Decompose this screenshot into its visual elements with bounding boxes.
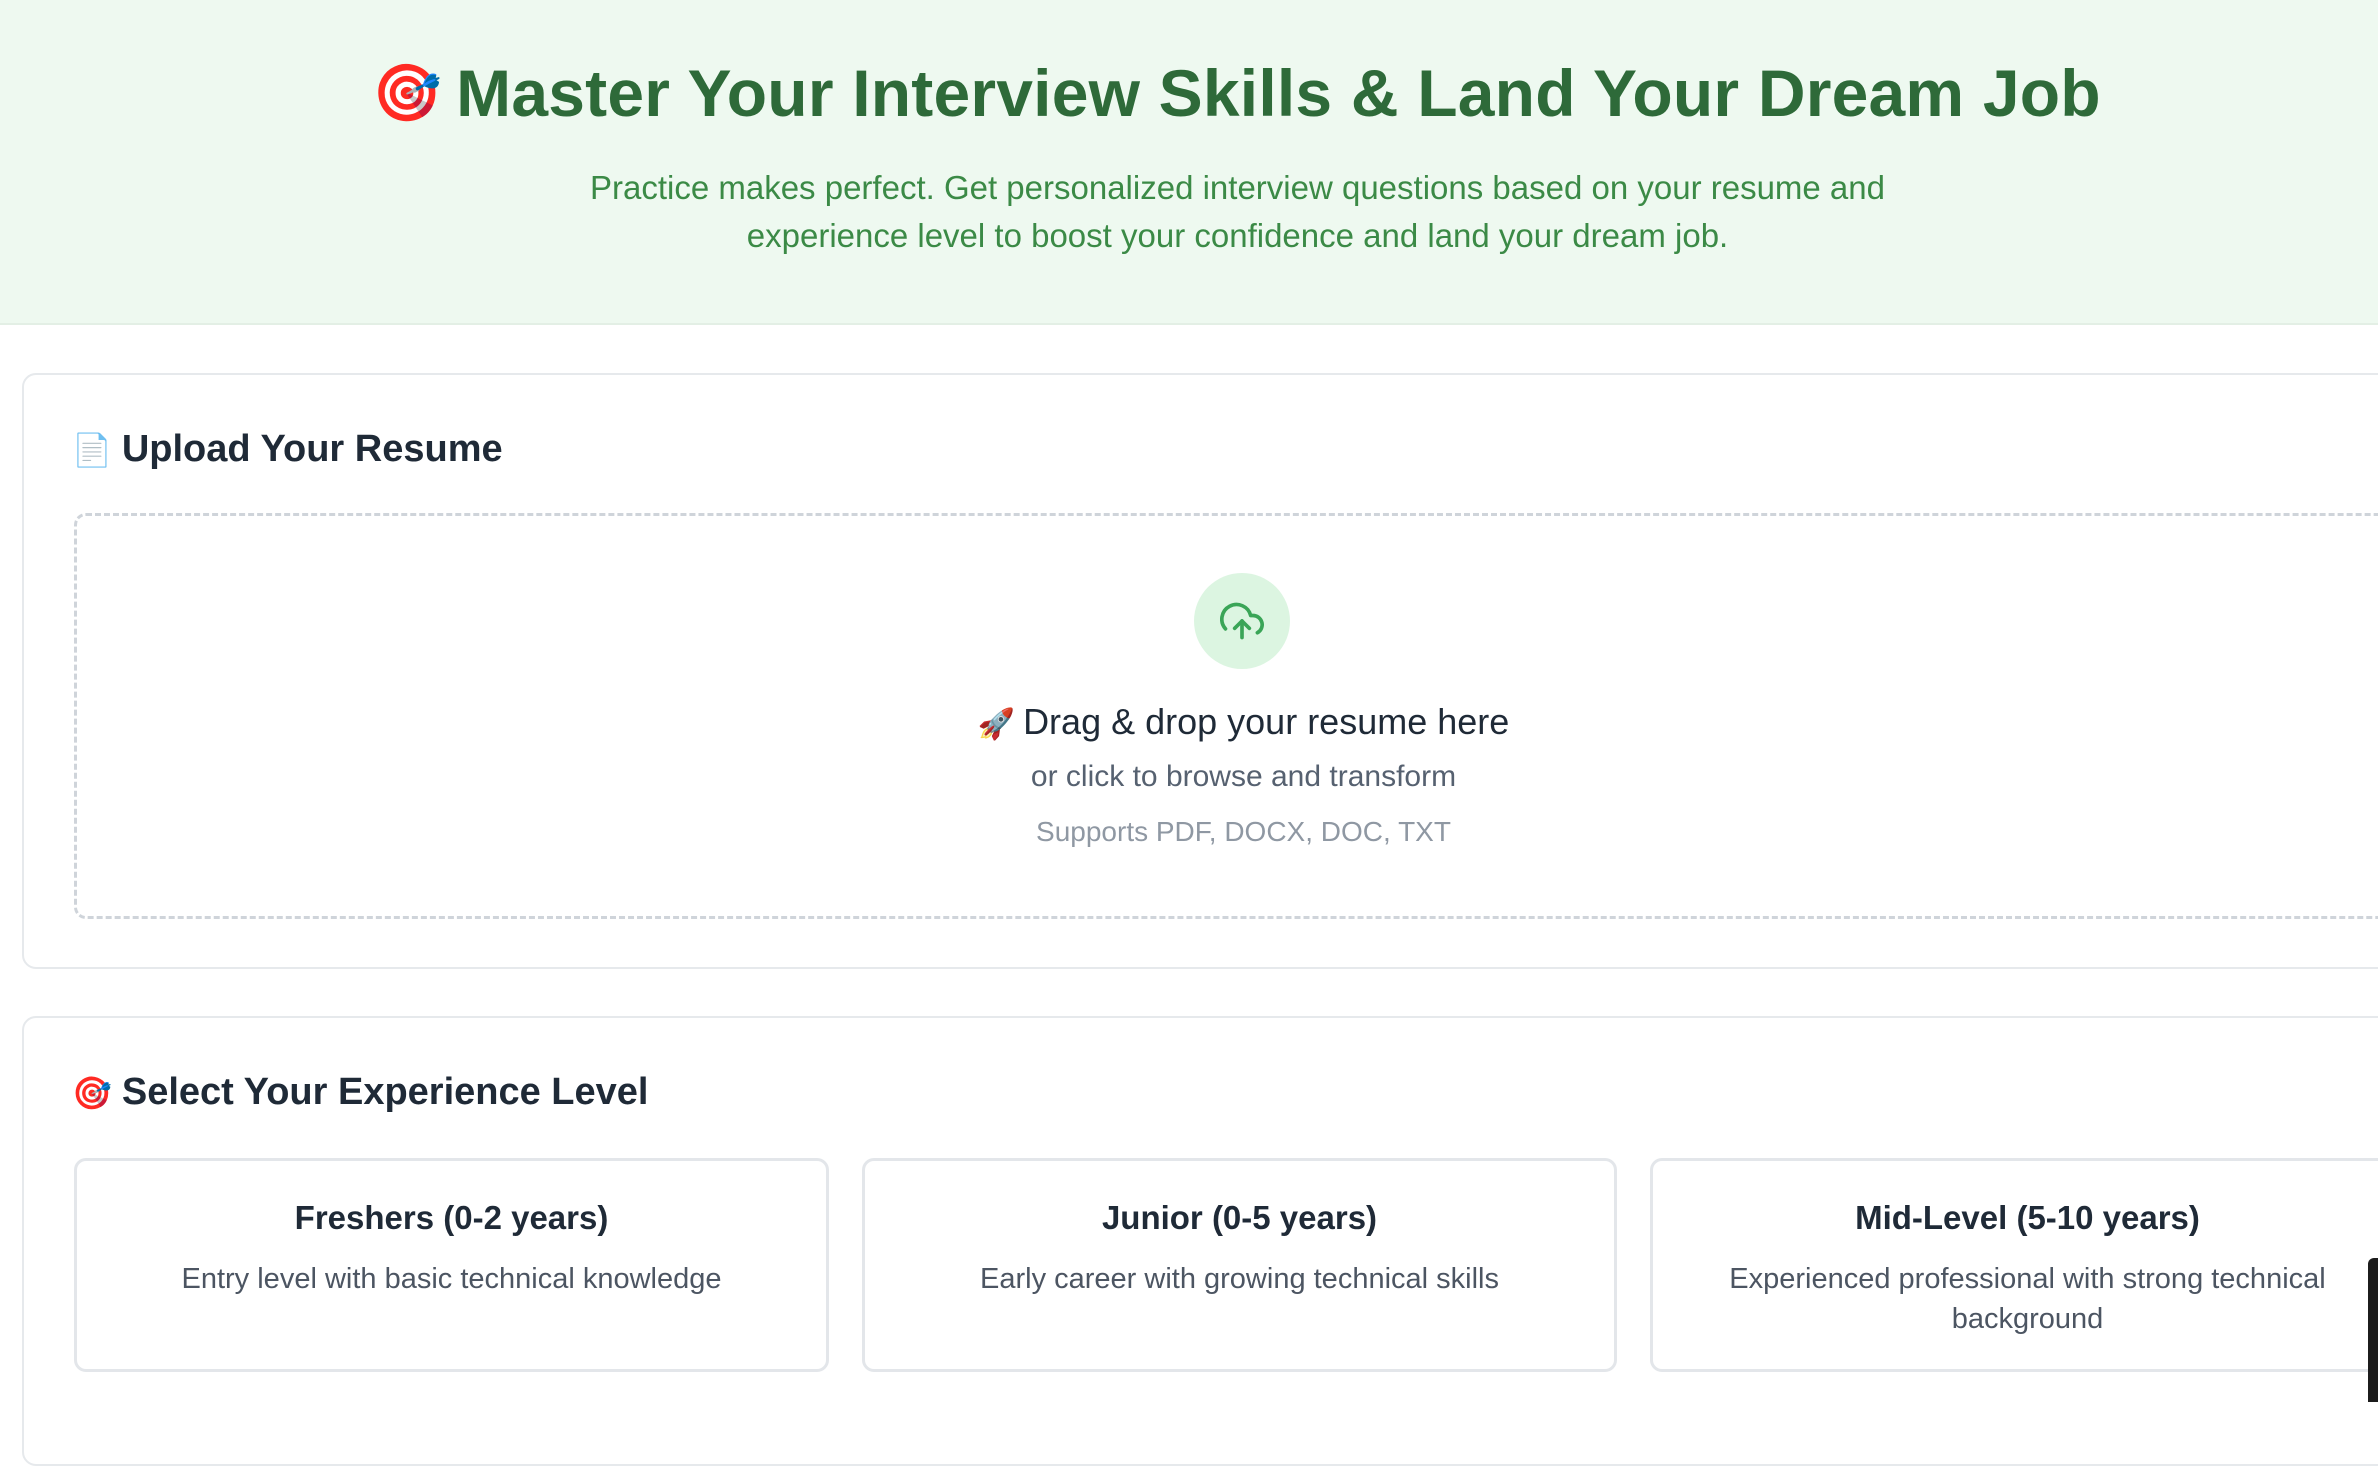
page-subtitle: Practice makes perfect. Get personalized…: [540, 164, 1935, 260]
experience-level-card: 🎯 Select Your Experience Level Freshers (…: [22, 1016, 2378, 1466]
page-subtitle-line-2: experience level to boost your confidenc…: [746, 217, 1729, 254]
level-option-junior[interactable]: Junior (0-5 years) Early career with gro…: [862, 1158, 1617, 1372]
experience-section-title: 🎯 Select Your Experience Level: [72, 1071, 648, 1114]
level-option-freshers[interactable]: Freshers (0-2 years) Entry level with ba…: [74, 1158, 829, 1372]
document-icon: 📄: [72, 432, 112, 468]
dropzone-title: 🚀 Drag & drop your resume here: [77, 701, 2378, 743]
dropzone-formats-text: Supports PDF, DOCX, DOC, TXT: [1036, 816, 1451, 847]
level-option-mid-level[interactable]: Mid-Level (5-10 years) Experienced profe…: [1650, 1158, 2378, 1372]
level-option-title: Junior (0-5 years): [1101, 1199, 1378, 1236]
page-title-text: Master Your Interview Skills & Land Your…: [456, 56, 2101, 130]
resume-dropzone[interactable]: 🚀 Drag & drop your resume here or click t…: [74, 513, 2378, 919]
level-option-description: Experienced professional with strong tec…: [1729, 1263, 2326, 1335]
hero-banner: 🎯 Master Your Interview Skills & Land You…: [0, 0, 2378, 325]
level-option-description: Early career with growing technical skil…: [980, 1263, 1499, 1295]
target-icon: 🎯: [372, 61, 443, 124]
dropzone-browse-text: or click to browse and transform: [1030, 760, 1457, 793]
upload-resume-card: 📄 Upload Your Resume 🚀 Drag & drop your re…: [22, 373, 2378, 969]
page-title: 🎯 Master Your Interview Skills & Land You…: [0, 55, 2378, 131]
upload-section-title-text: Upload Your Resume: [121, 428, 503, 470]
floating-widget-edge: [2368, 1258, 2378, 1402]
experience-section-title-text: Select Your Experience Level: [121, 1071, 649, 1113]
target-icon: 🎯: [72, 1075, 112, 1111]
rocket-icon: 🚀: [977, 708, 1016, 741]
upload-section-title: 📄 Upload Your Resume: [72, 428, 503, 471]
dropzone-title-text: Drag & drop your resume here: [1023, 701, 1510, 742]
level-option-title: Freshers (0-2 years): [294, 1199, 609, 1236]
level-option-description: Entry level with basic technical knowled…: [181, 1263, 722, 1295]
cloud-upload-icon: [1194, 573, 1290, 669]
level-option-title: Mid-Level (5-10 years): [1855, 1199, 2200, 1236]
page-subtitle-line-1: Practice makes perfect. Get personalized…: [589, 169, 1885, 206]
